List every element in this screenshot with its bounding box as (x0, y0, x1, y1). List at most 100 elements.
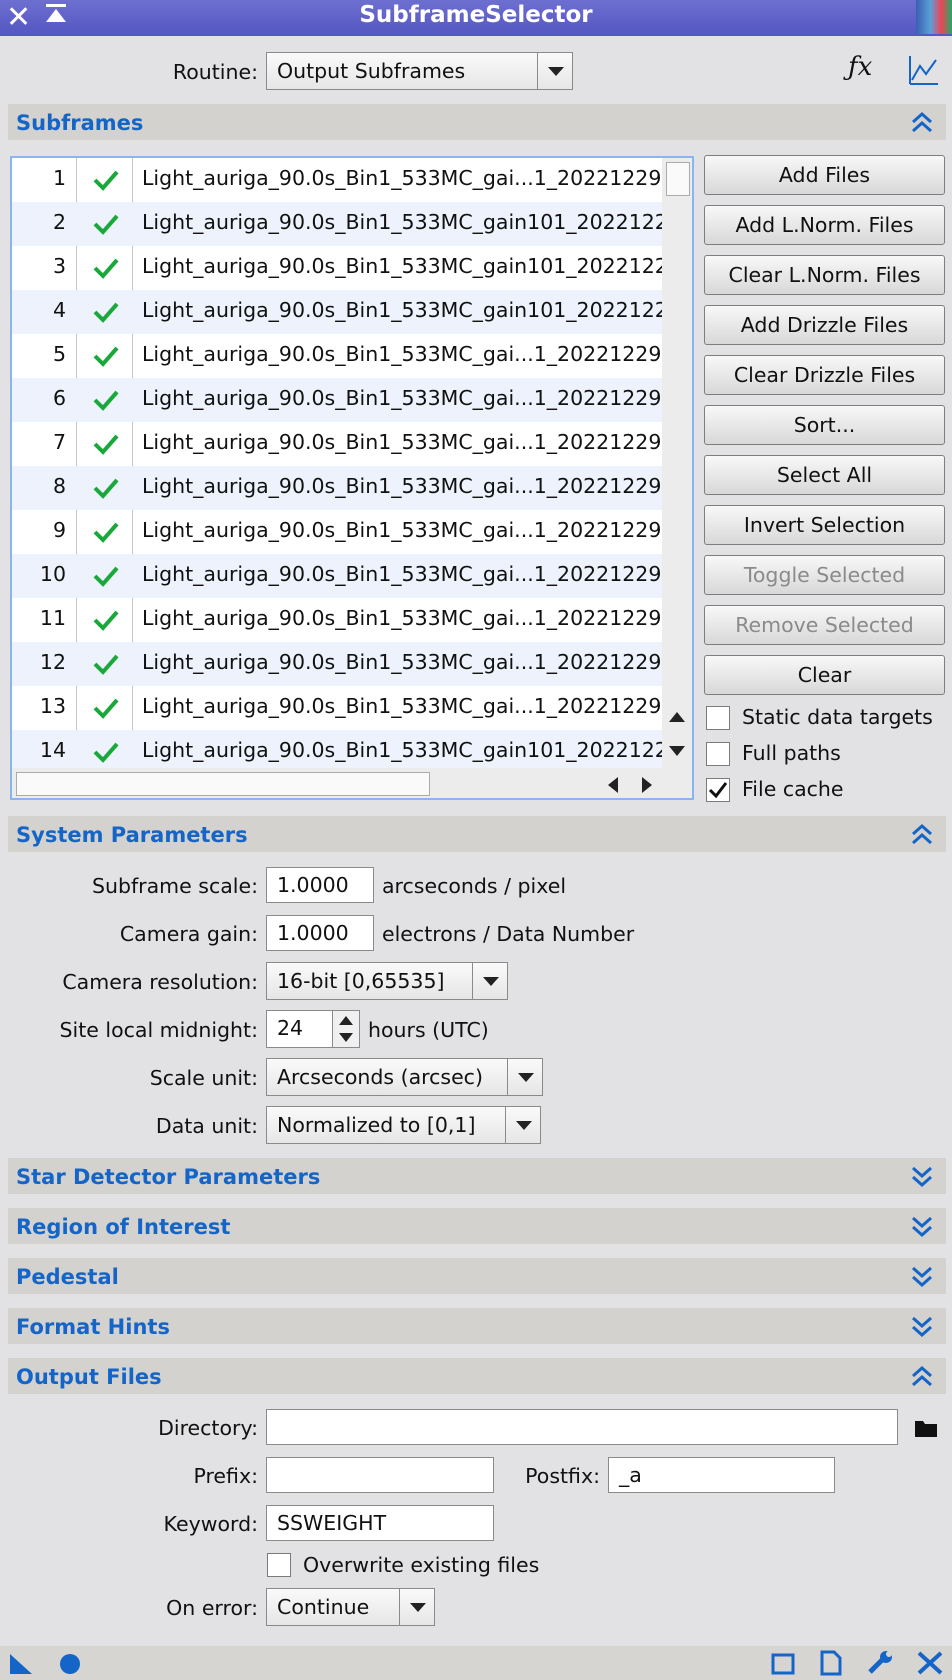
spin-buttons[interactable] (332, 1011, 359, 1047)
fx-icon[interactable]: ƒx (848, 52, 872, 82)
routine-select[interactable]: Output Subframes (266, 52, 573, 90)
enabled-check-icon[interactable] (92, 564, 120, 588)
section-pedestal[interactable]: Pedestal (8, 1258, 946, 1294)
table-row[interactable]: 13 Light_auriga_90.0s_Bin1_533MC_gai...1_… (12, 686, 672, 730)
subframe-scale-input[interactable]: 1.0000 (266, 867, 374, 903)
table-row[interactable]: 11 Light_auriga_90.0s_Bin1_533MC_gai...1_… (12, 598, 672, 642)
enabled-check-icon[interactable] (92, 256, 120, 280)
expand-icon[interactable] (910, 1314, 934, 1338)
remove-selected-button[interactable]: Remove Selected (704, 605, 945, 645)
subframe-scale-unit: arcseconds / pixel (382, 874, 567, 898)
enabled-check-icon[interactable] (92, 740, 120, 764)
expand-icon[interactable] (910, 1164, 934, 1188)
table-row[interactable]: 8 Light_auriga_90.0s_Bin1_533MC_gai...1_2… (12, 466, 672, 510)
collapse-icon[interactable] (910, 822, 934, 846)
full-paths-checkbox[interactable] (706, 742, 730, 766)
enabled-check-icon[interactable] (92, 652, 120, 676)
subframe-filename: Light_auriga_90.0s_Bin1_533MC_gain101_20… (142, 738, 672, 762)
preview-thumbnail[interactable] (916, 0, 952, 34)
section-subframes[interactable]: Subframes (8, 104, 946, 140)
wrench-icon[interactable] (866, 1650, 894, 1676)
collapse-icon[interactable] (910, 1364, 934, 1388)
add-drizzle-files-button[interactable]: Add Drizzle Files (704, 305, 945, 345)
section-title: Region of Interest (16, 1215, 231, 1239)
overwrite-checkbox[interactable] (267, 1553, 291, 1577)
enabled-check-icon[interactable] (92, 300, 120, 324)
enabled-check-icon[interactable] (92, 520, 120, 544)
invert-selection-button[interactable]: Invert Selection (704, 505, 945, 545)
enabled-check-icon[interactable] (92, 476, 120, 500)
scroll-left-icon[interactable] (606, 776, 620, 794)
collapse-icon[interactable] (910, 110, 934, 134)
directory-input[interactable] (266, 1409, 898, 1445)
section-title: Pedestal (16, 1265, 119, 1289)
vertical-scrollbar[interactable] (662, 158, 692, 768)
enabled-check-icon[interactable] (92, 344, 120, 368)
enabled-check-icon[interactable] (92, 696, 120, 720)
clear-lnorm-files-button[interactable]: Clear L.Norm. Files (704, 255, 945, 295)
reset-icon[interactable] (916, 1650, 944, 1676)
section-format-hints[interactable]: Format Hints (8, 1308, 946, 1344)
camera-gain-input[interactable]: 1.0000 (266, 915, 374, 951)
postfix-input[interactable]: _a (608, 1457, 835, 1493)
subframe-filename: Light_auriga_90.0s_Bin1_533MC_gai...1_20… (142, 386, 672, 410)
table-row[interactable]: 7 Light_auriga_90.0s_Bin1_533MC_gai...1_2… (12, 422, 672, 466)
chevron-down-icon (537, 53, 572, 89)
file-cache-checkbox[interactable] (706, 778, 730, 802)
graph-icon[interactable] (908, 54, 940, 86)
enabled-check-icon[interactable] (92, 168, 120, 192)
on-error-label: On error: (166, 1596, 258, 1620)
scroll-up-icon[interactable] (668, 710, 686, 724)
prefix-input[interactable] (266, 1457, 494, 1493)
enabled-check-icon[interactable] (92, 388, 120, 412)
scroll-down-icon[interactable] (668, 744, 686, 758)
apply-global-icon[interactable] (58, 1652, 82, 1676)
table-row[interactable]: 6 Light_auriga_90.0s_Bin1_533MC_gai...1_2… (12, 378, 672, 422)
clear-button[interactable]: Clear (704, 655, 945, 695)
enabled-check-icon[interactable] (92, 212, 120, 236)
horizontal-scrollbar[interactable] (12, 768, 692, 798)
data-unit-select[interactable]: Normalized to [0,1] (266, 1106, 541, 1144)
table-row[interactable]: 10 Light_auriga_90.0s_Bin1_533MC_gai...1_… (12, 554, 672, 598)
apply-icon[interactable] (770, 1652, 796, 1676)
section-system-parameters[interactable]: System Parameters (8, 816, 946, 852)
table-row[interactable]: 3 Light_auriga_90.0s_Bin1_533MC_gain101_2… (12, 246, 672, 290)
scale-unit-select[interactable]: Arcseconds (arcsec) (266, 1058, 543, 1096)
section-star-detector[interactable]: Star Detector Parameters (8, 1158, 946, 1194)
table-row[interactable]: 5 Light_auriga_90.0s_Bin1_533MC_gai...1_2… (12, 334, 672, 378)
add-lnorm-files-button[interactable]: Add L.Norm. Files (704, 205, 945, 245)
scroll-right-icon[interactable] (640, 776, 654, 794)
select-all-button[interactable]: Select All (704, 455, 945, 495)
add-files-button[interactable]: Add Files (704, 155, 945, 195)
table-row[interactable]: 2 Light_auriga_90.0s_Bin1_533MC_gain101_2… (12, 202, 672, 246)
on-error-select[interactable]: Continue (266, 1588, 435, 1626)
hscroll-thumb[interactable] (16, 772, 430, 796)
table-row[interactable]: 4 Light_auriga_90.0s_Bin1_533MC_gain101_2… (12, 290, 672, 334)
data-unit-value: Normalized to [0,1] (277, 1113, 476, 1137)
section-region-of-interest[interactable]: Region of Interest (8, 1208, 946, 1244)
toggle-selected-button[interactable]: Toggle Selected (704, 555, 945, 595)
clear-drizzle-files-button[interactable]: Clear Drizzle Files (704, 355, 945, 395)
site-midnight-spinbox[interactable]: 24 (266, 1010, 360, 1048)
on-error-value: Continue (277, 1595, 370, 1619)
new-instance-icon[interactable] (8, 1652, 34, 1676)
scroll-thumb[interactable] (666, 162, 690, 196)
static-data-targets-checkbox[interactable] (706, 706, 730, 730)
sort-button[interactable]: Sort... (704, 405, 945, 445)
section-output-files[interactable]: Output Files (8, 1358, 946, 1394)
routine-label: Routine: (172, 60, 258, 84)
folder-icon[interactable] (914, 1418, 938, 1438)
documentation-icon[interactable] (818, 1650, 844, 1676)
expand-icon[interactable] (910, 1264, 934, 1288)
keyword-input[interactable]: SSWEIGHT (266, 1505, 494, 1541)
table-row[interactable]: 1 Light_auriga_90.0s_Bin1_533MC_gai...1_2… (12, 158, 672, 202)
camera-resolution-select[interactable]: 16-bit [0,65535] (266, 962, 508, 1000)
process-footer (0, 1646, 952, 1680)
expand-icon[interactable] (910, 1214, 934, 1238)
enabled-check-icon[interactable] (92, 608, 120, 632)
enabled-check-icon[interactable] (92, 432, 120, 456)
table-row[interactable]: 12 Light_auriga_90.0s_Bin1_533MC_gai...1_… (12, 642, 672, 686)
subframe-list[interactable]: 1 Light_auriga_90.0s_Bin1_533MC_gai...1_2… (10, 156, 694, 800)
table-row[interactable]: 9 Light_auriga_90.0s_Bin1_533MC_gai...1_2… (12, 510, 672, 554)
directory-label: Directory: (158, 1416, 258, 1440)
